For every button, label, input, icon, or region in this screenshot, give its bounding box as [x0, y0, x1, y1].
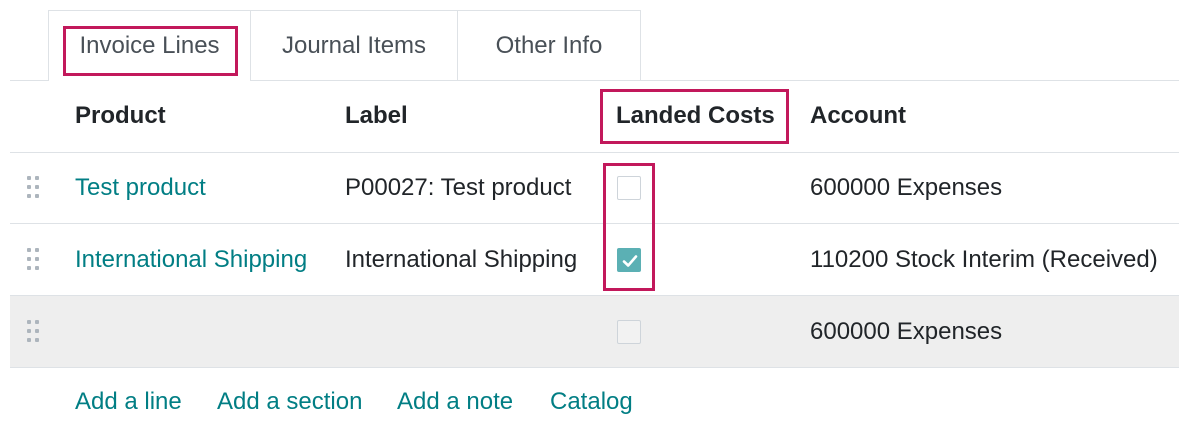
- landed-costs-checkbox[interactable]: [617, 320, 641, 344]
- label-cell[interactable]: International Shipping: [345, 224, 577, 296]
- label-cell[interactable]: P00027: Test product: [345, 152, 571, 224]
- tab-other-info[interactable]: Other Info: [457, 10, 641, 80]
- table-row[interactable]: International Shipping International Shi…: [10, 224, 1179, 296]
- drag-handle-icon[interactable]: [27, 320, 41, 344]
- account-cell[interactable]: 600000 Expenses: [810, 296, 1002, 368]
- product-cell[interactable]: Test product: [75, 152, 206, 224]
- table-row[interactable]: 600000 Expenses: [10, 296, 1179, 368]
- check-icon: [622, 255, 638, 267]
- drag-handle-icon[interactable]: [27, 176, 41, 200]
- tab-journal-items[interactable]: Journal Items: [250, 10, 458, 80]
- landed-costs-checkbox[interactable]: [617, 248, 641, 272]
- add-note-link[interactable]: Add a note: [397, 370, 513, 434]
- drag-handle-icon[interactable]: [27, 248, 41, 272]
- table-row[interactable]: Test product P00027: Test product 600000…: [10, 152, 1179, 224]
- column-header-account[interactable]: Account: [810, 80, 906, 152]
- column-header-label[interactable]: Label: [345, 80, 408, 152]
- landed-costs-checkbox[interactable]: [617, 176, 641, 200]
- list-actions: Add a line Add a section Add a note Cata…: [10, 370, 1179, 434]
- catalog-link[interactable]: Catalog: [550, 370, 633, 434]
- notebook-tabs: Invoice Lines Journal Items Other Info: [10, 0, 1179, 81]
- column-header-landed-costs[interactable]: Landed Costs: [616, 80, 775, 152]
- tab-invoice-lines[interactable]: Invoice Lines: [48, 10, 251, 81]
- column-header-product[interactable]: Product: [75, 80, 166, 152]
- product-cell[interactable]: International Shipping: [75, 224, 307, 296]
- table-header: Product Label Landed Costs Account: [10, 80, 1179, 153]
- account-cell[interactable]: 110200 Stock Interim (Received): [810, 224, 1158, 296]
- add-section-link[interactable]: Add a section: [217, 370, 362, 434]
- account-cell[interactable]: 600000 Expenses: [810, 152, 1002, 224]
- add-line-link[interactable]: Add a line: [75, 370, 182, 434]
